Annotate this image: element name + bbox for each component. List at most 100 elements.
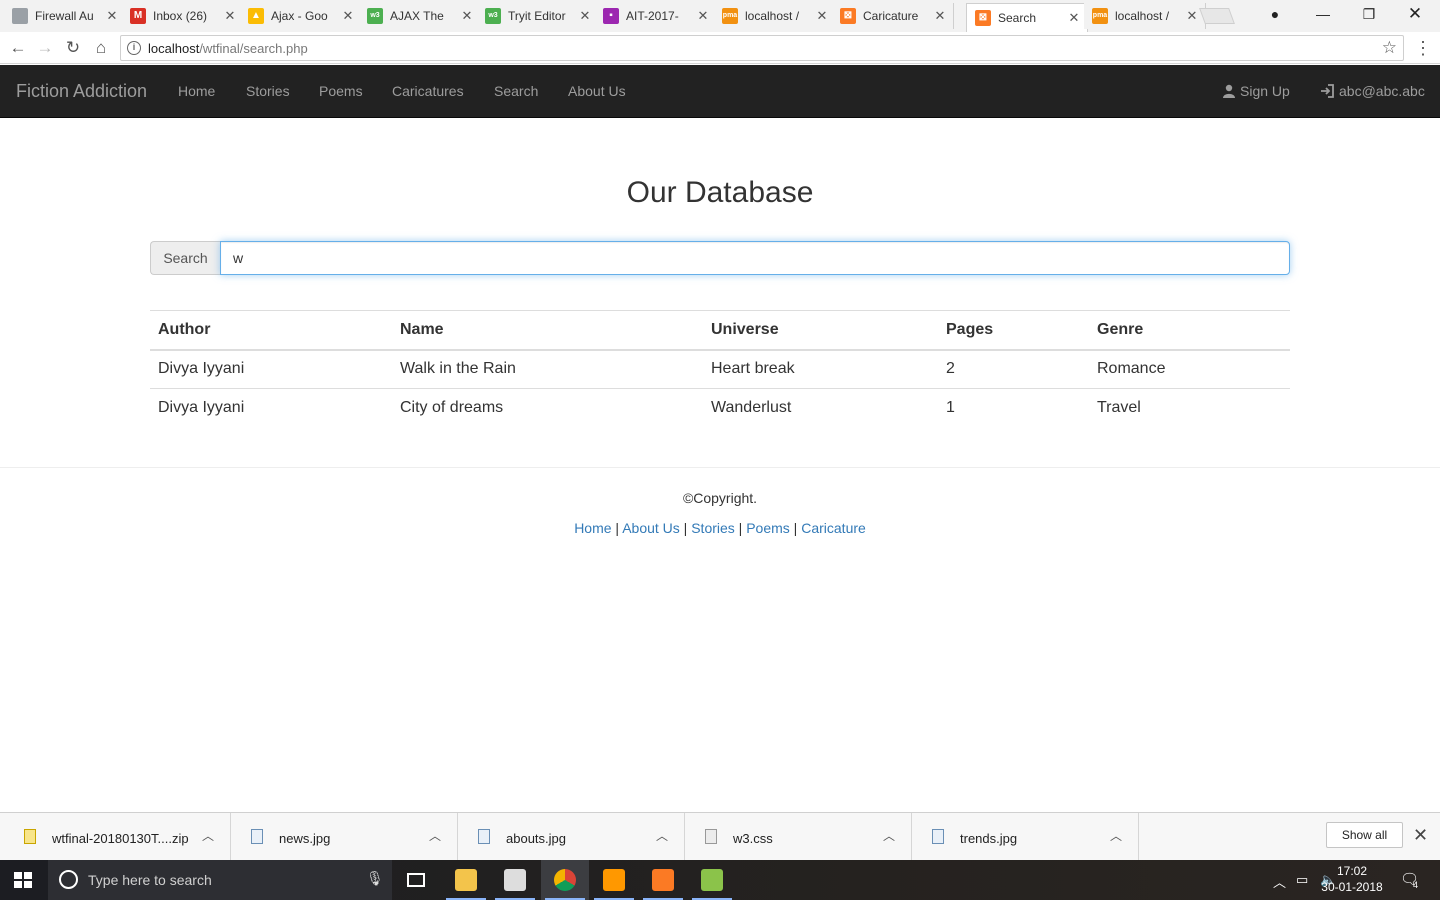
network-icon[interactable]: ▭ [1296, 872, 1308, 888]
site-info-icon[interactable]: i [127, 41, 141, 55]
close-tab-icon[interactable]: ✕ [458, 8, 476, 24]
task-view-icon[interactable] [392, 860, 440, 900]
chevron-up-icon[interactable]: ︿ [883, 827, 895, 844]
footer-divider [0, 467, 1440, 468]
browser-tab[interactable]: ⊠ Search ✕ [966, 3, 1088, 32]
taskbar-search-box[interactable]: Type here to search 🎙 [48, 860, 392, 900]
close-tab-icon[interactable]: ✕ [813, 8, 831, 24]
chevron-up-icon[interactable]: ︿ [429, 827, 441, 844]
minimize-button[interactable]: — [1300, 0, 1346, 30]
browser-toolbar: ← → ↻ ⌂ i localhost/wtfinal/search.php ☆ [0, 32, 1440, 64]
reload-icon[interactable]: ↻ [62, 37, 84, 59]
xampp-icon[interactable] [639, 860, 687, 900]
maximize-button[interactable]: ❐ [1346, 0, 1392, 30]
codeblocks-icon[interactable] [491, 860, 539, 900]
chrome-icon[interactable] [541, 860, 589, 900]
download-item[interactable]: abouts.jpg ︿ [458, 813, 685, 861]
search-input[interactable] [220, 241, 1290, 275]
tab-favicon-icon: pma [722, 8, 738, 24]
account-icon[interactable]: ● [1252, 0, 1298, 30]
footer-link-stories[interactable]: Stories [691, 520, 735, 536]
home-icon[interactable]: ⌂ [90, 37, 112, 59]
bookmark-star-icon[interactable]: ☆ [1382, 38, 1397, 58]
download-filename: trends.jpg [960, 831, 1018, 846]
column-header-genre: Genre [1089, 310, 1290, 351]
tab-title: Ajax - Goo [271, 9, 328, 23]
browser-tab[interactable]: ⊠ Caricature ✕ [832, 3, 954, 29]
table-header-row: Author Name Universe Pages Genre [150, 310, 1290, 351]
new-tab-button[interactable] [1199, 8, 1235, 24]
nav-link-search[interactable]: Search [494, 83, 538, 99]
nav-link-stories[interactable]: Stories [246, 83, 290, 99]
download-item[interactable]: w3.css ︿ [685, 813, 912, 861]
notepad-plus-plus-icon[interactable] [688, 860, 736, 900]
browser-tab[interactable]: pma localhost / ✕ [714, 3, 836, 29]
footer-separator: | [611, 520, 623, 536]
chevron-up-icon[interactable]: ︿ [656, 827, 668, 844]
tab-title: localhost / [1115, 9, 1170, 23]
download-filename: news.jpg [279, 831, 331, 846]
column-header-universe: Universe [703, 310, 938, 351]
cell-name: Walk in the Rain [400, 360, 516, 378]
file-explorer-icon[interactable] [442, 860, 490, 900]
close-tab-icon[interactable]: ✕ [931, 8, 949, 24]
column-header-pages: Pages [938, 310, 1089, 351]
show-all-downloads-button[interactable]: Show all [1326, 822, 1403, 848]
user-account-link[interactable]: abc@abc.abc [1320, 83, 1425, 99]
nav-link-about-us[interactable]: About Us [568, 83, 626, 99]
browser-tab[interactable]: w3 AJAX The ✕ [359, 3, 481, 29]
forward-arrow-icon[interactable]: → [34, 37, 56, 59]
browser-tab[interactable]: M Inbox (26) ✕ [122, 3, 244, 29]
tab-title: AJAX The [390, 9, 444, 23]
nav-link-poems[interactable]: Poems [319, 83, 363, 99]
close-tab-icon[interactable]: ✕ [694, 8, 712, 24]
url-host: localhost [148, 41, 200, 56]
image-file-icon [932, 829, 944, 844]
close-tab-icon[interactable]: ✕ [103, 8, 121, 24]
close-tab-icon[interactable]: ✕ [221, 8, 239, 24]
sign-up-link[interactable]: Sign Up [1222, 83, 1290, 99]
tab-title: Caricature [863, 9, 919, 23]
chevron-up-icon[interactable]: ︿ [202, 827, 214, 844]
footer-link-about-us[interactable]: About Us [622, 520, 680, 536]
tab-title: Firewall Au [35, 9, 94, 23]
sublime-text-icon[interactable] [590, 860, 638, 900]
log-in-icon [1321, 84, 1334, 98]
close-tab-icon[interactable]: ✕ [339, 8, 357, 24]
close-icon[interactable]: ✕ [1413, 825, 1428, 846]
browser-tab[interactable]: ▪ AIT-2017- ✕ [595, 3, 717, 29]
footer-link-home[interactable]: Home [574, 520, 611, 536]
tab-title: localhost / [745, 9, 800, 23]
footer-link-caricature[interactable]: Caricature [801, 520, 866, 536]
image-file-icon [251, 829, 263, 844]
download-item[interactable]: wtfinal-20180130T....zip ︿ [4, 813, 231, 861]
windows-start-icon[interactable] [14, 872, 32, 888]
browser-tab[interactable]: ▲ Ajax - Goo ✕ [240, 3, 362, 29]
close-window-button[interactable]: ✕ [1392, 0, 1438, 30]
footer-link-poems[interactable]: Poems [746, 520, 790, 536]
browser-tab[interactable]: w3 Tryit Editor ✕ [477, 3, 599, 29]
action-center-icon[interactable]: 🗨4 [1400, 870, 1424, 890]
download-item[interactable]: news.jpg ︿ [231, 813, 458, 861]
site-brand[interactable]: Fiction Addiction [16, 81, 147, 102]
tab-favicon-icon: pma [1092, 8, 1108, 24]
close-tab-icon[interactable]: ✕ [1065, 10, 1083, 26]
close-tab-icon[interactable]: ✕ [1183, 8, 1201, 24]
microphone-icon[interactable]: 🎙 [366, 870, 384, 887]
browser-tab[interactable]: pma localhost / ✕ [1084, 3, 1206, 29]
copyright-text: ©Copyright. [682, 490, 758, 506]
system-clock[interactable]: 17:02 30-01-2018 [1314, 863, 1390, 895]
download-item[interactable]: trends.jpg ︿ [912, 813, 1139, 861]
nav-link-home[interactable]: Home [178, 83, 215, 99]
browser-menu-icon[interactable]: ⋮ [1414, 38, 1432, 59]
browser-tab[interactable]: Firewall Au ✕ [4, 3, 126, 29]
chevron-up-icon[interactable]: ︿ [1273, 872, 1286, 891]
chevron-up-icon[interactable]: ︿ [1110, 827, 1122, 844]
download-filename: w3.css [733, 831, 773, 846]
back-arrow-icon[interactable]: ← [7, 37, 29, 59]
footer-separator: | [734, 520, 747, 536]
nav-link-caricatures[interactable]: Caricatures [392, 83, 464, 99]
address-bar[interactable]: i localhost/wtfinal/search.php ☆ [120, 35, 1404, 61]
notification-count: 4 [1413, 880, 1419, 890]
close-tab-icon[interactable]: ✕ [576, 8, 594, 24]
